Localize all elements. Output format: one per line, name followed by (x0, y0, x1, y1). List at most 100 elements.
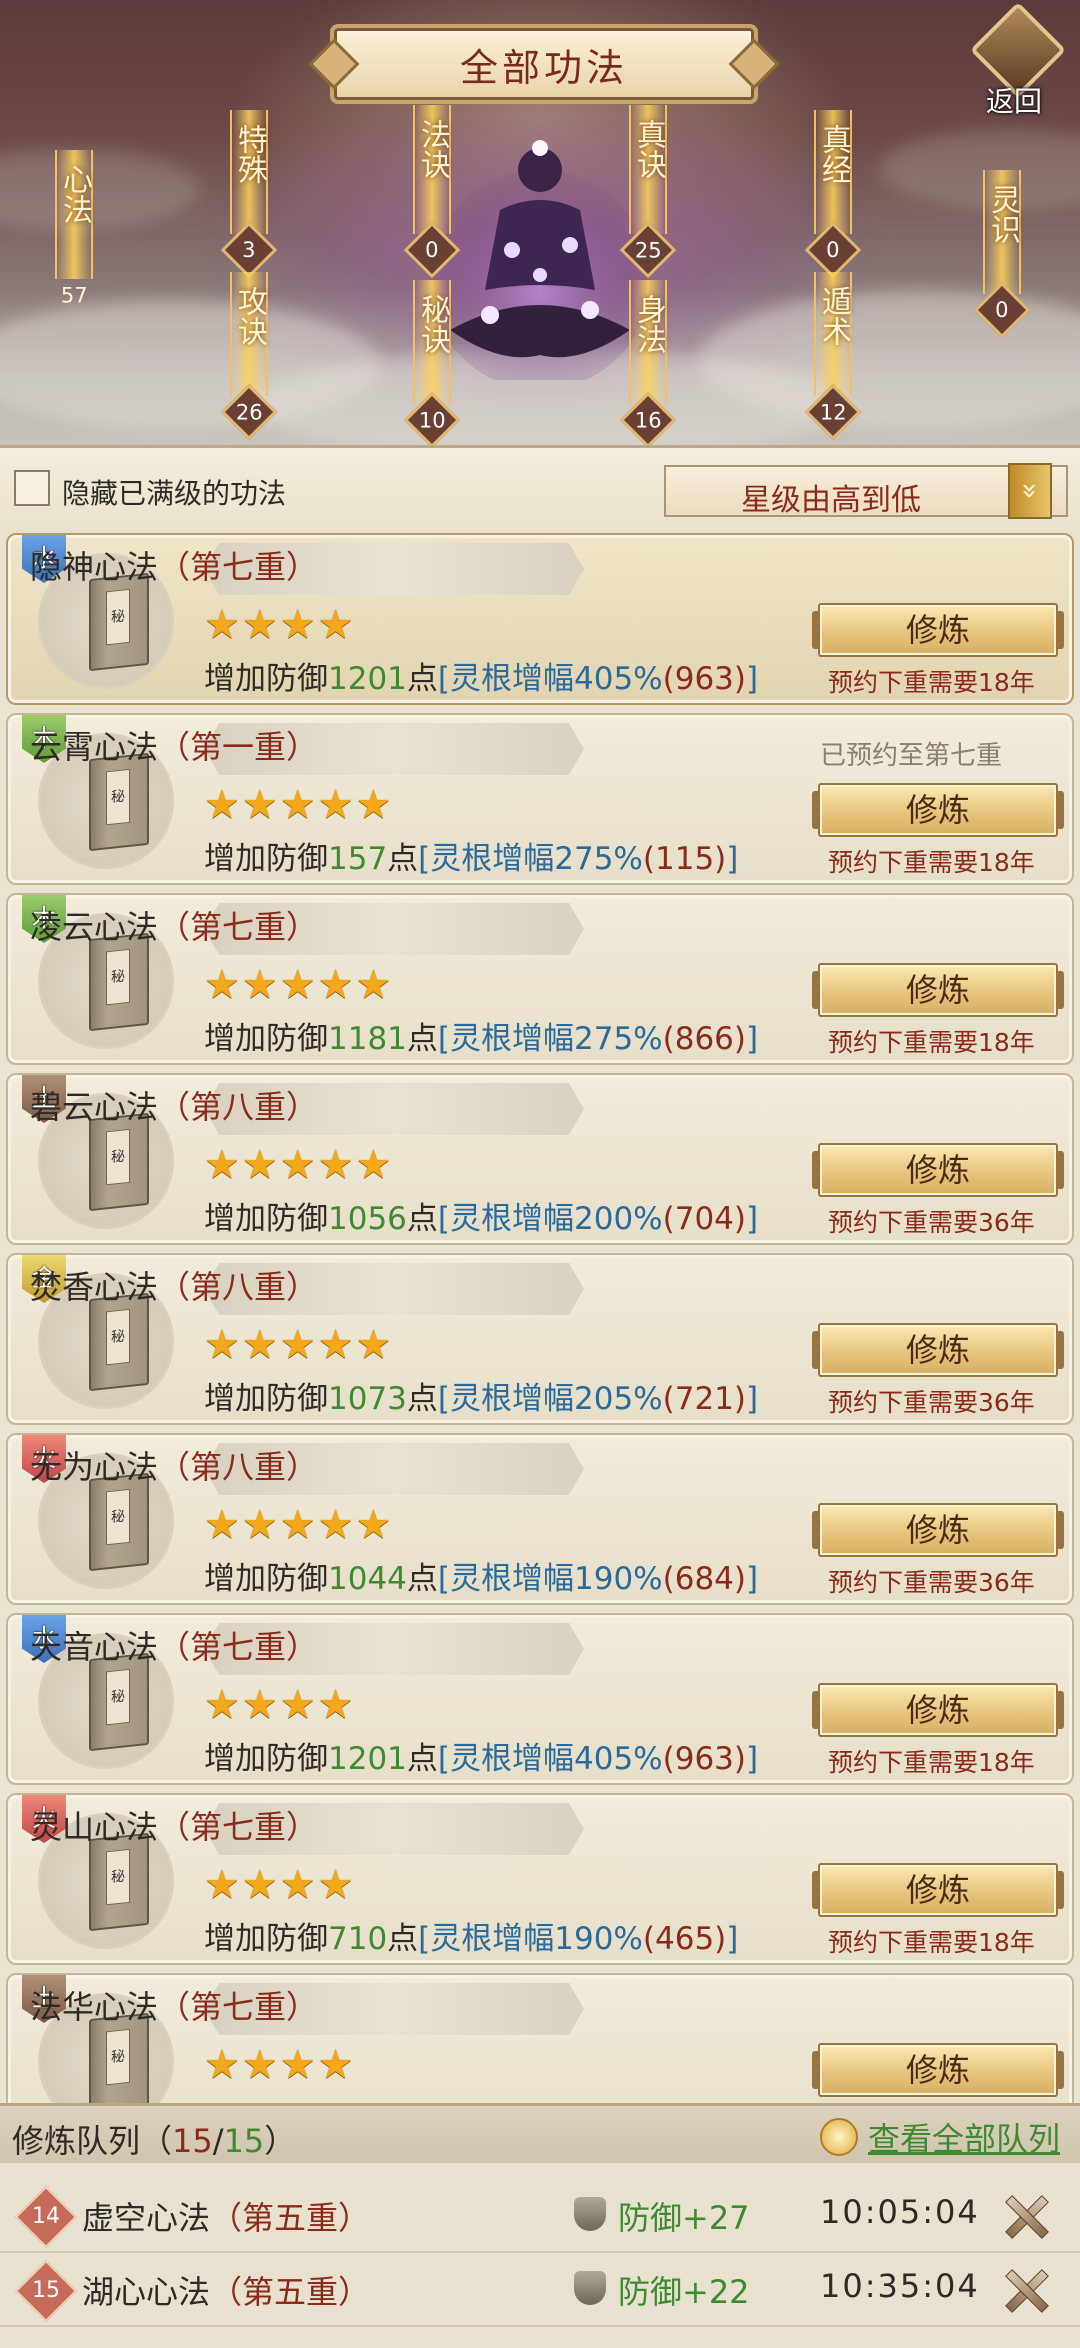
technique-name: 隐神心法（第七重） (30, 548, 319, 586)
queue-timer: 10:35:04 (820, 2267, 980, 2305)
technique-effect: 增加防御1201点[灵根增幅405%(963)] (204, 1741, 759, 1777)
category-dunshu[interactable]: 遁术 12 (804, 272, 862, 441)
queue-index-badge: 14 (14, 2185, 78, 2249)
star-rating: ★ ★ ★ ★ ★ (204, 785, 393, 825)
star-icon: ★ (317, 1862, 354, 1908)
technique-card[interactable]: 秘 土 碧云心法（第八重） ★ ★ ★ ★ ★ 增加防御1056点[灵根增幅200%(7… (6, 1073, 1074, 1245)
category-shenfa[interactable]: 身法 16 (619, 280, 677, 445)
next-level-requirement: 预约下重需要36年 (828, 1568, 1035, 1597)
technique-card[interactable]: 秘 木 凌云心法（第七重） ★ ★ ★ ★ ★ 增加防御1181点[灵根增幅275%(8… (6, 893, 1074, 1065)
star-icon: ★ (241, 1682, 278, 1728)
star-icon: ★ (355, 1142, 392, 1188)
back-button[interactable]: 返回 (964, 1, 1067, 120)
technique-card[interactable]: 秘 金 焚香心法（第八重） ★ ★ ★ ★ ★ 增加防御1073点[灵根增幅205%(7… (6, 1253, 1074, 1425)
train-button[interactable]: 修炼 (812, 1683, 1064, 1737)
train-button[interactable]: 修炼 (812, 603, 1064, 657)
category-mijue[interactable]: 秘诀 10 (403, 280, 461, 445)
queue-title: 修炼队列（15/15） (12, 2122, 297, 2160)
star-icon: ★ (279, 1142, 316, 1188)
star-icon: ★ (241, 962, 278, 1008)
next-level-requirement: 预约下重需要18年 (828, 1928, 1035, 1957)
category-gongjue[interactable]: 攻诀 26 (220, 272, 278, 441)
star-icon: ★ (317, 1322, 354, 1368)
star-icon: ★ (355, 1322, 392, 1368)
category-label: 遁术 (816, 286, 851, 346)
next-level-requirement: 预约下重需要18年 (828, 848, 1035, 877)
category-label: 特殊 (232, 124, 267, 184)
category-label: 灵识 (985, 184, 1020, 244)
star-icon: ★ (204, 602, 240, 648)
star-icon: ★ (279, 1502, 316, 1548)
star-icon: ★ (241, 1502, 278, 1548)
star-icon: ★ (204, 2042, 240, 2088)
queue-technique-name: 湖心心法（第五重） (82, 2273, 371, 2311)
train-button[interactable]: 修炼 (812, 1503, 1064, 1557)
technique-effect: 增加防御1073点[灵根增幅205%(721)] (204, 1381, 759, 1417)
category-zhenjue[interactable]: 真诀 25 (619, 105, 677, 279)
header-banner: 全部功法 返回 心法 57 特殊 3 攻诀 26 法诀 0 秘诀 10 真诀 2… (0, 0, 1080, 445)
train-button[interactable]: 修炼 (812, 1323, 1064, 1377)
star-icon: ★ (241, 602, 278, 648)
star-icon: ★ (279, 1862, 316, 1908)
meditating-figure-icon (430, 140, 650, 380)
cancel-icon[interactable] (1002, 2267, 1048, 2313)
star-icon: ★ (317, 782, 354, 828)
train-button[interactable]: 修炼 (812, 2043, 1064, 2097)
train-button[interactable]: 修炼 (812, 783, 1064, 837)
technique-card[interactable]: 秘 木 云霄心法（第一重） ★ ★ ★ ★ ★ 增加防御157点[灵根增幅275%(11… (6, 713, 1074, 885)
technique-card[interactable]: 秘 水 天音心法（第七重） ★ ★ ★ ★ 增加防御1201点[灵根增幅405%(96… (6, 1613, 1074, 1785)
queue-technique-name: 虚空心法（第五重） (82, 2199, 371, 2237)
next-level-requirement: 预约下重需要18年 (828, 1028, 1035, 1057)
star-icon: ★ (241, 1322, 278, 1368)
technique-card[interactable]: 秘 土 法华心法（第七重） ★ ★ ★ ★ 修炼 (6, 1973, 1074, 2103)
magnifier-icon (812, 2110, 866, 2164)
technique-effect: 增加防御1056点[灵根增幅200%(704)] (204, 1201, 759, 1237)
chevron-down-icon[interactable]: » (1008, 463, 1052, 519)
category-label: 攻诀 (232, 286, 267, 346)
technique-list[interactable]: 秘 水 隐神心法（第七重） ★ ★ ★ ★ 增加防御1201点[灵根增幅405%(96… (0, 533, 1080, 2103)
train-button[interactable]: 修炼 (812, 963, 1064, 1017)
category-zhenjing[interactable]: 真经 0 (804, 110, 862, 279)
back-label: 返回 (985, 85, 1042, 118)
hide-maxed-checkbox[interactable] (14, 470, 50, 506)
technique-effect: 增加防御1201点[灵根增幅405%(963)] (204, 661, 759, 697)
next-level-requirement: 预约下重需要36年 (828, 1388, 1035, 1417)
queue-index-badge: 15 (14, 2259, 78, 2323)
train-button[interactable]: 修炼 (812, 1863, 1064, 1917)
sort-dropdown[interactable]: 星级由高到低 » (664, 463, 1068, 519)
star-icon: ★ (279, 782, 316, 828)
technique-name: 法华心法（第七重） (30, 1988, 319, 2026)
star-icon: ★ (279, 1682, 316, 1728)
technique-card[interactable]: 秘 水 隐神心法（第七重） ★ ★ ★ ★ 增加防御1201点[灵根增幅405%(96… (6, 533, 1074, 705)
star-icon: ★ (279, 2042, 316, 2088)
technique-name: 碧云心法（第八重） (30, 1088, 319, 1126)
category-teshu[interactable]: 特殊 3 (220, 110, 278, 279)
technique-card[interactable]: 秘 火 无为心法（第八重） ★ ★ ★ ★ ★ 增加防御1044点[灵根增幅190%(6… (6, 1433, 1074, 1605)
category-lingshi[interactable]: 灵识 0 (973, 170, 1031, 339)
category-xinfa[interactable]: 心法 57 (49, 150, 99, 315)
view-all-queue-label[interactable]: 查看全部队列 (868, 2114, 1060, 2160)
technique-effect: 增加防御710点[灵根增幅190%(465)] (204, 1921, 739, 1957)
next-level-requirement: 预约下重需要18年 (828, 1748, 1035, 1777)
star-icon: ★ (204, 1502, 240, 1548)
star-icon: ★ (355, 962, 392, 1008)
category-fajue[interactable]: 法诀 0 (403, 105, 461, 279)
hide-maxed-label[interactable]: 隐藏已满级的功法 (62, 472, 286, 512)
cancel-icon[interactable] (1002, 2193, 1048, 2239)
star-rating: ★ ★ ★ ★ ★ (204, 965, 393, 1005)
star-icon: ★ (204, 782, 240, 828)
star-rating: ★ ★ ★ ★ (204, 1865, 355, 1905)
page-title: 全部功法 (330, 24, 758, 104)
star-icon: ★ (204, 1322, 240, 1368)
view-all-queue-link[interactable]: 查看全部队列 (812, 2110, 1060, 2164)
technique-effect: 增加防御1181点[灵根增幅275%(866)] (204, 1021, 759, 1057)
technique-card[interactable]: 秘 火 灵山心法（第七重） ★ ★ ★ ★ 增加防御710点[灵根增幅190%(465… (6, 1793, 1074, 1965)
train-button[interactable]: 修炼 (812, 1143, 1064, 1197)
star-icon: ★ (204, 962, 240, 1008)
queue-bonus: 防御+27 (618, 2199, 750, 2237)
technique-name: 凌云心法（第七重） (30, 908, 319, 946)
star-icon: ★ (355, 1502, 392, 1548)
category-label: 真诀 (631, 119, 666, 179)
queue-list: 14 虚空心法（第五重） 防御+27 10:05:04 15 湖心心法（第五重）… (0, 2163, 1080, 2348)
star-rating: ★ ★ ★ ★ ★ (204, 1325, 393, 1365)
